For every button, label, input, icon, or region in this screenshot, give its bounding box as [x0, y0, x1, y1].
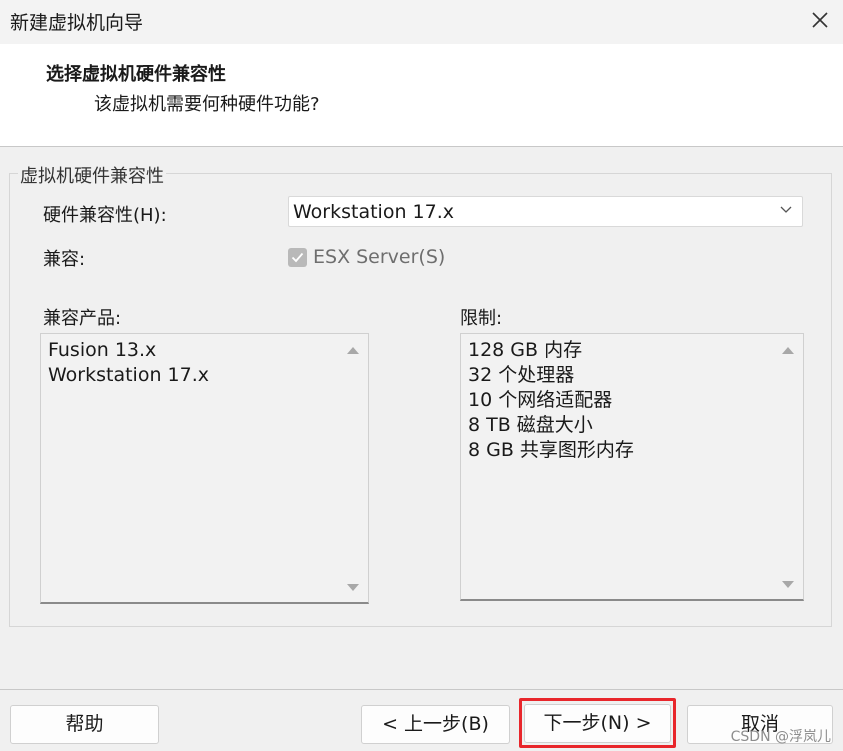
- footer-divider: [0, 689, 843, 690]
- checkbox-box: [288, 248, 307, 267]
- page-subtitle: 该虚拟机需要何种硬件功能?: [94, 94, 320, 115]
- list-item: 8 TB 磁盘大小: [468, 414, 593, 436]
- hw-compat-value: Workstation 17.x: [293, 201, 454, 223]
- scroll-down-icon[interactable]: [347, 583, 359, 592]
- close-icon: [812, 12, 828, 28]
- chevron-down-icon: [780, 206, 792, 213]
- compat-label: 兼容:: [43, 249, 86, 270]
- limits-scrollbar[interactable]: [774, 334, 803, 599]
- esx-server-label: ESX Server(S): [313, 246, 446, 268]
- list-item: 10 个网络适配器: [468, 389, 613, 411]
- close-button[interactable]: [797, 0, 843, 40]
- products-scrollbar[interactable]: [339, 334, 368, 602]
- next-button-highlight: [519, 698, 676, 748]
- title-bar: 新建虚拟机向导: [0, 0, 843, 44]
- wizard-header: 选择虚拟机硬件兼容性 该虚拟机需要何种硬件功能?: [0, 44, 843, 147]
- list-item: 128 GB 内存: [468, 339, 583, 361]
- list-item: 32 个处理器: [468, 364, 575, 386]
- products-items: Fusion 13.x Workstation 17.x: [48, 338, 209, 388]
- watermark: CSDN @浮岚儿: [730, 729, 831, 745]
- scroll-up-icon[interactable]: [782, 346, 794, 355]
- window-title: 新建虚拟机向导: [10, 12, 144, 34]
- hw-compat-label: 硬件兼容性(H):: [43, 205, 167, 226]
- scroll-up-icon[interactable]: [347, 346, 359, 355]
- limits-label: 限制:: [460, 308, 503, 329]
- products-label: 兼容产品:: [43, 308, 122, 329]
- list-item: 8 GB 共享图形内存: [468, 439, 634, 461]
- page-title: 选择虚拟机硬件兼容性: [46, 64, 226, 85]
- back-button[interactable]: < 上一步(B): [361, 705, 510, 744]
- group-legend: 虚拟机硬件兼容性: [18, 162, 166, 188]
- hw-compat-select[interactable]: Workstation 17.x: [288, 196, 803, 227]
- scroll-down-icon[interactable]: [782, 580, 794, 589]
- help-button[interactable]: 帮助: [10, 705, 159, 744]
- list-item: Workstation 17.x: [48, 364, 209, 386]
- limits-items: 128 GB 内存 32 个处理器 10 个网络适配器 8 TB 磁盘大小 8 …: [468, 338, 634, 463]
- limits-listbox[interactable]: 128 GB 内存 32 个处理器 10 个网络适配器 8 TB 磁盘大小 8 …: [460, 333, 804, 601]
- checkmark-icon: [291, 252, 304, 263]
- list-item: Fusion 13.x: [48, 339, 157, 361]
- products-listbox[interactable]: Fusion 13.x Workstation 17.x: [40, 333, 369, 604]
